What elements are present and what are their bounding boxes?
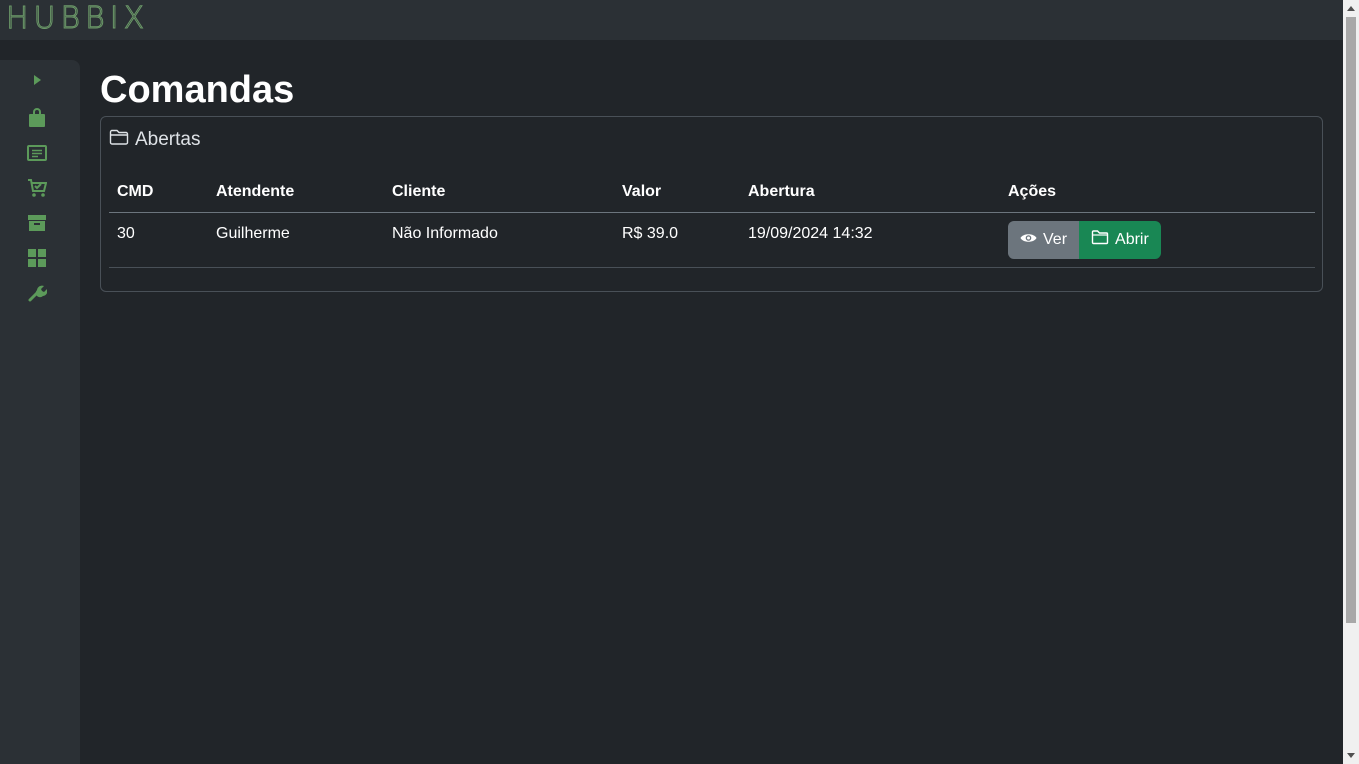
receipt-icon[interactable] (25, 141, 49, 165)
cell-abertura: 19/09/2024 14:32 (740, 212, 1000, 268)
folder-icon (109, 129, 129, 151)
view-button[interactable]: Ver (1008, 220, 1080, 259)
vertical-scrollbar[interactable] (1343, 0, 1359, 764)
header-atendente: Atendente (208, 172, 384, 213)
wrench-icon[interactable] (25, 281, 49, 305)
eye-icon (1020, 231, 1037, 249)
view-button-label: Ver (1043, 230, 1068, 248)
scroll-up-arrow-icon[interactable] (1343, 0, 1359, 17)
top-bar: HUBBIX (0, 0, 1343, 40)
header-abertura: Abertura (740, 172, 1000, 213)
page-title: Comandas (100, 69, 295, 111)
card-title: Abertas (135, 129, 201, 150)
cell-cliente: Não Informado (384, 212, 614, 268)
open-button[interactable]: Abrir (1079, 220, 1161, 259)
header-valor: Valor (614, 172, 740, 213)
orders-table: CMD Atendente Cliente Valor Abertura Açõ… (109, 172, 1315, 268)
scroll-down-arrow-icon[interactable] (1343, 747, 1359, 764)
sidebar (0, 60, 80, 764)
main-content: Comandas Abertas CMD Atendente Cliente V… (100, 60, 1323, 292)
archive-icon[interactable] (25, 211, 49, 235)
header-cliente: Cliente (384, 172, 614, 213)
cell-valor: R$ 39.0 (614, 212, 740, 268)
table-header-row: CMD Atendente Cliente Valor Abertura Açõ… (109, 172, 1315, 213)
header-cmd: CMD (109, 172, 208, 213)
app-logo[interactable]: HUBBIX (5, 1, 149, 36)
cell-cmd: 30 (109, 212, 208, 268)
action-button-group: Ver Abrir (1008, 220, 1161, 259)
cart-check-icon[interactable] (25, 176, 49, 200)
open-folder-icon (1091, 229, 1109, 250)
cell-atendente: Guilherme (208, 212, 384, 268)
card-header: Abertas (109, 129, 200, 151)
open-orders-card: Abertas CMD Atendente Cliente Valor Aber… (100, 116, 1323, 292)
table-row: 30 Guilherme Não Informado R$ 39.0 19/09… (109, 212, 1315, 268)
open-button-label: Abrir (1115, 230, 1149, 248)
expand-arrow-icon[interactable] (25, 68, 49, 92)
header-acoes: Ações (1000, 172, 1315, 213)
cell-actions: Ver Abrir (1000, 212, 1315, 268)
grid-icon[interactable] (25, 246, 49, 270)
scrollbar-thumb[interactable] (1346, 17, 1356, 623)
shopping-bag-icon[interactable] (25, 106, 49, 130)
